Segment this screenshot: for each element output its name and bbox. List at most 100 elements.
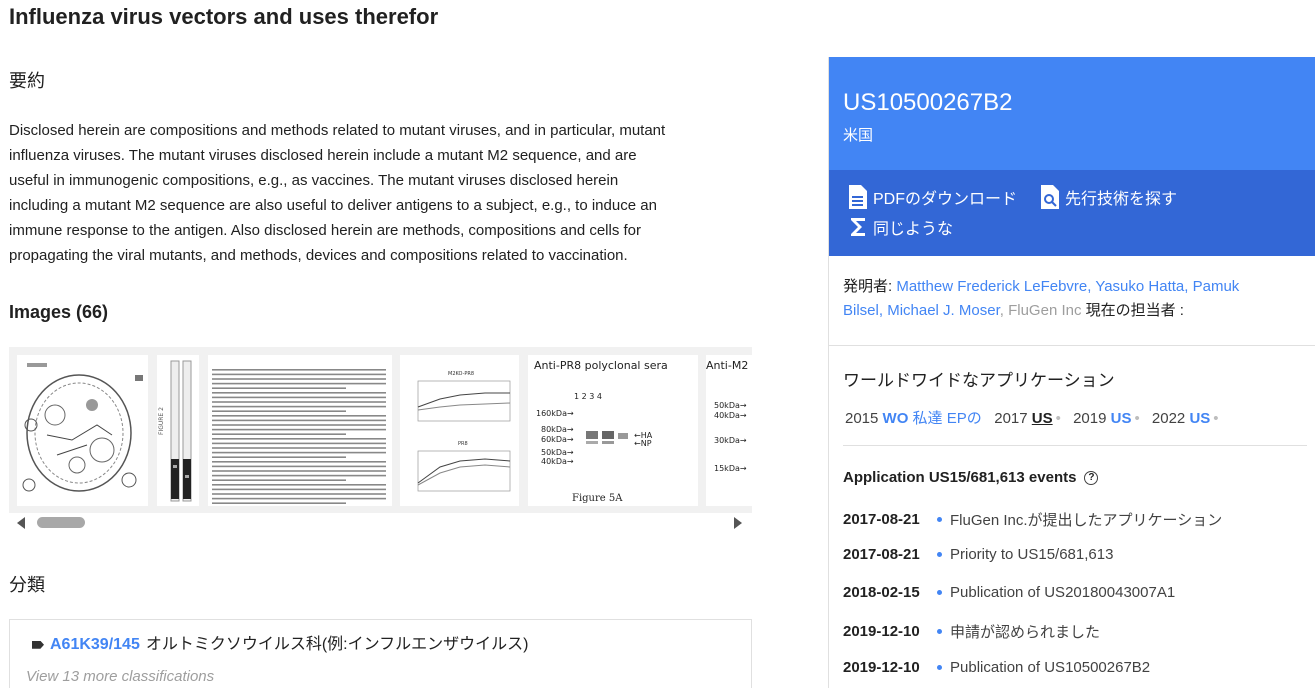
marker-label: 160kDa→ bbox=[536, 409, 574, 418]
marker-label: 60kDa→ bbox=[541, 435, 574, 444]
event-description: FluGen Inc.が提出したアプリケーション bbox=[950, 512, 1223, 529]
patent-image-thumbnail[interactable]: Anti-M2 50kDa→ 40kDa→ 30kDa→ 15kDa→ bbox=[706, 355, 752, 506]
divider bbox=[829, 345, 1315, 346]
publication-country: 米国 bbox=[843, 127, 874, 144]
sigma-icon bbox=[851, 218, 865, 236]
classification-box: A61K39/145 オルトミクソウイルス科(例:インフルエンザウイルス) Vie… bbox=[9, 619, 752, 688]
inventors-label: 発明者: bbox=[843, 278, 893, 295]
inventor-link[interactable]: Michael J. Moser bbox=[887, 302, 1000, 319]
inventor-link[interactable]: Yasuko Hatta bbox=[1095, 278, 1184, 295]
event-description: 申請が認められました bbox=[950, 624, 1101, 641]
similar-button[interactable]: 同じような bbox=[847, 215, 953, 239]
app-year: 2022 bbox=[1151, 410, 1186, 427]
event-date: 2017-08-21 bbox=[843, 511, 920, 528]
find-prior-art-label: 先行技術を探す bbox=[1065, 191, 1178, 208]
patent-image-thumbnail[interactable]: M2KO-PR8 PR8 bbox=[400, 355, 519, 506]
marker-label: 15kDa→ bbox=[714, 464, 747, 473]
marker-label: 30kDa→ bbox=[714, 436, 747, 445]
images-heading: Images (66) bbox=[9, 302, 109, 322]
chart-title-bottom: PR8 bbox=[458, 441, 468, 447]
patent-title: Influenza virus vectors and uses therefo… bbox=[9, 4, 439, 29]
current-assignee-label: 現在の担当者 : bbox=[1085, 302, 1184, 319]
abstract-line: including a mutant M2 sequence are also … bbox=[9, 197, 657, 214]
help-icon[interactable]: ? bbox=[1084, 470, 1099, 485]
event-bullet bbox=[937, 517, 942, 522]
event-bullet bbox=[937, 665, 942, 670]
scroll-thumb[interactable] bbox=[37, 517, 85, 528]
scroll-right-icon[interactable] bbox=[734, 517, 742, 529]
app-year: 2019 bbox=[1073, 410, 1107, 427]
publication-number: US10500267B2 bbox=[843, 89, 1013, 116]
figure-next-title: Anti-M2 bbox=[706, 359, 748, 372]
abstract-line: immune response to the antigen. Also dis… bbox=[9, 222, 642, 239]
search-document-icon bbox=[1041, 185, 1059, 209]
event-row: 2019-12-10 申請が認められました bbox=[843, 621, 1100, 642]
inventors-block: 発明者: Matthew Frederick LeFebvre, Yasuko … bbox=[843, 278, 1240, 319]
classification-heading: 分類 bbox=[9, 575, 45, 595]
classification-description: オルトミクソウイルス科(例:インフルエンザウイルス) bbox=[145, 636, 529, 653]
chart-title-top: M2KO-PR8 bbox=[448, 371, 474, 377]
patent-sidebar: US10500267B2 米国 PDFのダウンロード 先行技術を探す 同じような… bbox=[828, 57, 1315, 688]
app-country-link[interactable]: US bbox=[1189, 410, 1210, 427]
event-bullet bbox=[937, 590, 942, 595]
event-bullet bbox=[937, 552, 942, 557]
event-bullet bbox=[937, 629, 942, 634]
patent-image-thumbnail[interactable] bbox=[208, 355, 392, 506]
abstract-line: influenza viruses. The mutant viruses di… bbox=[9, 147, 637, 164]
band-label: ←NP bbox=[634, 439, 652, 448]
marker-label: 40kDa→ bbox=[714, 411, 747, 420]
app-year: 2015 bbox=[845, 410, 879, 427]
tag-icon bbox=[32, 640, 44, 649]
view-more-classifications-link[interactable]: View 13 more classifications bbox=[26, 668, 214, 685]
event-date: 2017-08-21 bbox=[843, 546, 920, 563]
app-country-link[interactable]: 私達 EPの bbox=[913, 410, 982, 427]
find-prior-art-button[interactable]: 先行技術を探す bbox=[1039, 184, 1177, 210]
figure-5a-lanes: 1 2 3 4 bbox=[574, 392, 602, 401]
event-description: Priority to US15/681,613 bbox=[950, 546, 1114, 563]
abstract-text: Disclosed herein are compositions and me… bbox=[9, 118, 729, 268]
similar-label: 同じような bbox=[873, 221, 954, 238]
abstract-line: Disclosed herein are compositions and me… bbox=[9, 122, 666, 139]
pdf-icon bbox=[849, 185, 867, 209]
marker-label: 80kDa→ bbox=[541, 425, 574, 434]
event-date: 2019-12-10 bbox=[843, 659, 920, 676]
event-row: 2018-02-15 Publication of US20180043007A1 bbox=[843, 584, 1175, 601]
divider bbox=[843, 445, 1307, 446]
abstract-line: propagating the viral mutants, and metho… bbox=[9, 247, 628, 264]
app-year: 2017 bbox=[994, 410, 1028, 427]
event-row: 2017-08-21 Priority to US15/681,613 bbox=[843, 546, 1113, 563]
figure-5a-title: Anti-PR8 polyclonal sera bbox=[534, 359, 668, 372]
abstract-heading: 要約 bbox=[9, 71, 45, 91]
event-date: 2019-12-10 bbox=[843, 623, 920, 640]
figure-2-label: FIGURE 2 bbox=[158, 407, 165, 435]
worldwide-applications-title: ワールドワイドなアプリケーション bbox=[843, 371, 1115, 390]
scroll-left-icon[interactable] bbox=[17, 517, 25, 529]
abstract-line: useful in immunogenic compositions, e.g.… bbox=[9, 172, 619, 189]
event-description: Publication of US20180043007A1 bbox=[950, 584, 1176, 601]
figure-5a-caption: Figure 5A bbox=[572, 493, 623, 504]
patent-image-thumbnail[interactable]: Anti-PR8 polyclonal sera 1 2 3 4 160kDa→… bbox=[528, 355, 698, 506]
event-date: 2018-02-15 bbox=[843, 584, 920, 601]
classification-code-link[interactable]: A61K39/145 bbox=[50, 636, 140, 653]
publication-header: US10500267B2 米国 bbox=[829, 57, 1315, 170]
original-assignee: FluGen Inc bbox=[1008, 302, 1082, 319]
event-row: 2017-08-21 FluGen Inc.が提出したアプリケーション bbox=[843, 509, 1222, 530]
events-title: Application US15/681,613 events ? bbox=[843, 469, 1099, 486]
image-carousel[interactable]: FIGURE 2 M2KO-PR8 PR8 Anti-PR8 polyclona… bbox=[9, 347, 752, 534]
patent-image-thumbnail[interactable]: FIGURE 2 bbox=[157, 355, 199, 506]
app-country-link[interactable]: WO bbox=[883, 410, 909, 427]
event-row: 2019-12-10 Publication of US10500267B2 bbox=[843, 659, 1150, 676]
carousel-scrollbar[interactable] bbox=[9, 513, 752, 534]
marker-label: 50kDa→ bbox=[541, 448, 574, 457]
pdf-download-button[interactable]: PDFのダウンロード bbox=[847, 184, 1017, 210]
app-country-link[interactable]: US bbox=[1111, 410, 1132, 427]
patent-image-thumbnail[interactable] bbox=[17, 355, 148, 506]
classification-row: A61K39/145 オルトミクソウイルス科(例:インフルエンザウイルス) bbox=[32, 630, 528, 654]
app-country-current[interactable]: US bbox=[1032, 410, 1053, 427]
inventor-link[interactable]: Matthew Frederick LeFebvre bbox=[896, 278, 1087, 295]
pdf-download-label: PDFのダウンロード bbox=[873, 191, 1018, 208]
marker-label: 40kDa→ bbox=[541, 457, 574, 466]
events-title-text: Application US15/681,613 events bbox=[843, 469, 1077, 486]
worldwide-applications-list: 2015 WO 私達 EPの 2017 US • 2019 US • 2022 US… bbox=[845, 410, 1219, 427]
event-description: Publication of US10500267B2 bbox=[950, 659, 1151, 676]
